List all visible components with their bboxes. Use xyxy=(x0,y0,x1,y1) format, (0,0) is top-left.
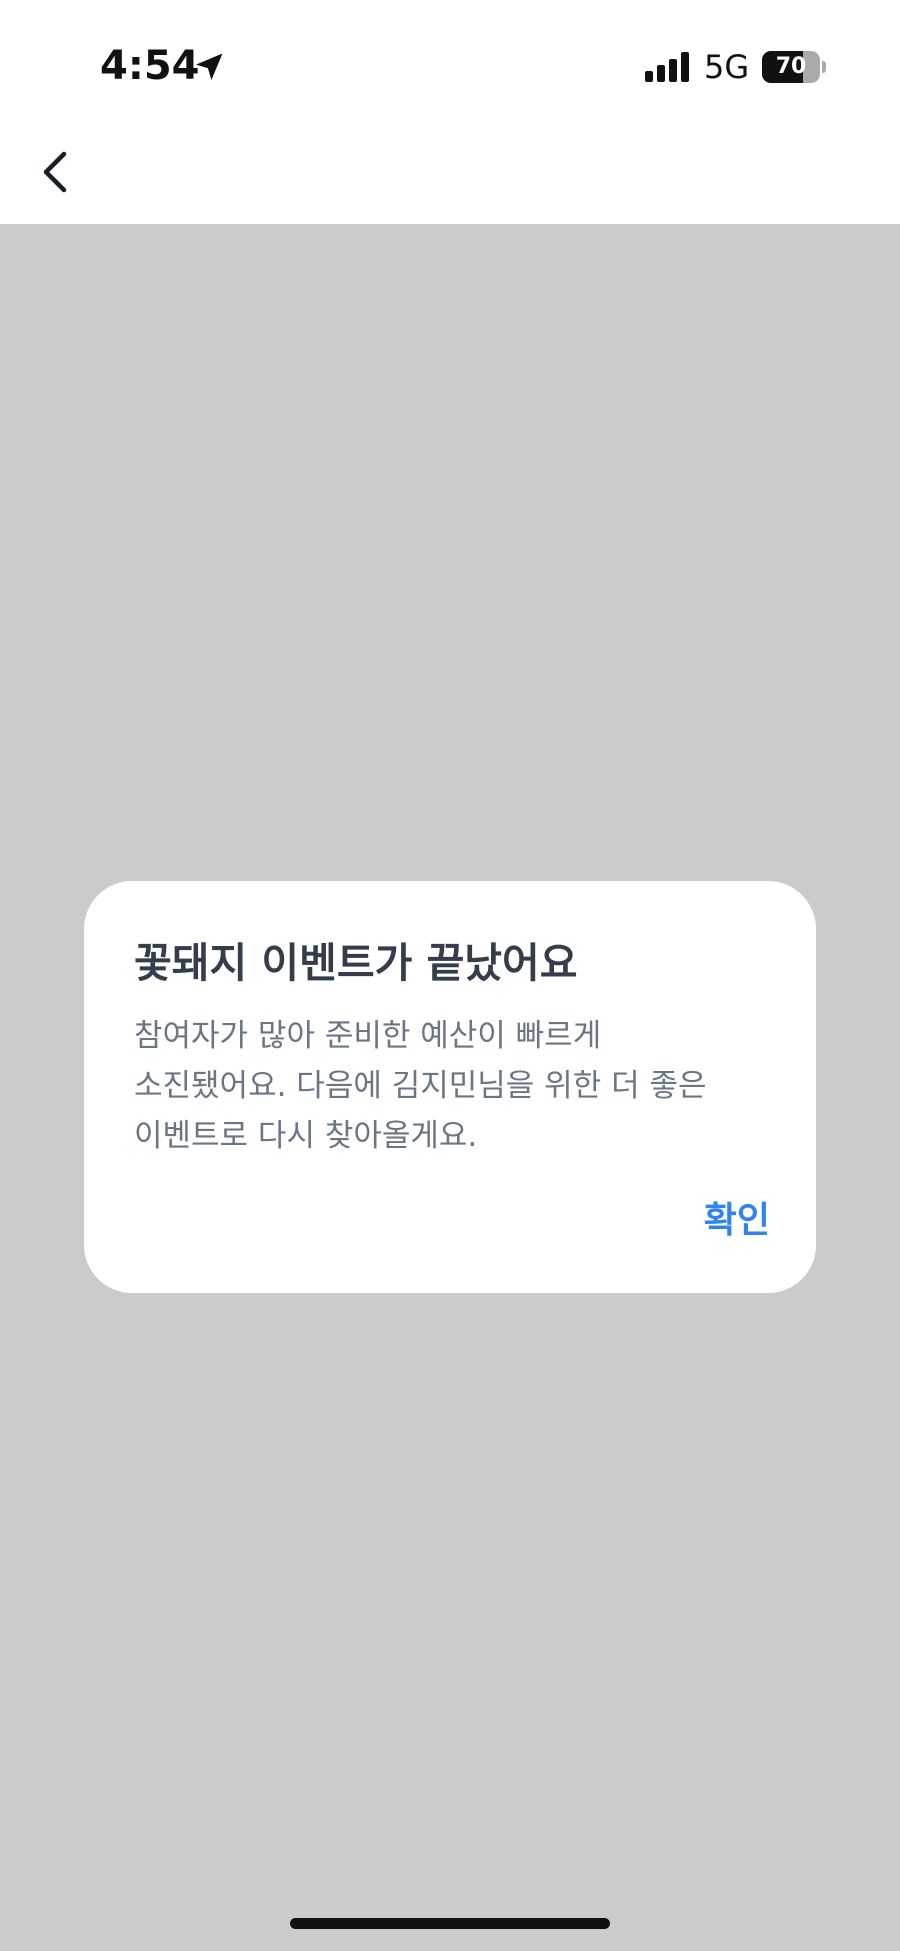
home-indicator[interactable] xyxy=(290,1918,610,1929)
dialog-message-line: 참여자가 많아 준비한 예산이 빠르게 xyxy=(134,1018,602,1054)
dialog-message-line: 소진됐어요. 다음에 김지민님을 위한 더 좋은 xyxy=(134,1068,707,1104)
confirm-button[interactable]: 확인 xyxy=(704,1193,770,1249)
battery-tip xyxy=(822,61,826,73)
status-bar: 4:54 5G 70 xyxy=(0,0,900,120)
status-time: 4:54 xyxy=(100,43,200,89)
dialog-message: 참여자가 많아 준비한 예산이 빠르게 소진됐어요. 다음에 김지민님을 위한 … xyxy=(134,1011,770,1161)
navigation-bar xyxy=(0,120,900,224)
network-type: 5G xyxy=(704,48,750,86)
location-arrow-icon xyxy=(195,53,223,81)
dialog-message-line: 이벤트로 다시 찾아올게요. xyxy=(134,1118,478,1154)
back-button[interactable] xyxy=(24,140,88,204)
cellular-signal-icon xyxy=(645,52,689,82)
battery-icon: 70 xyxy=(762,51,820,83)
chevron-left-icon xyxy=(43,151,67,193)
battery-level: 70 xyxy=(775,54,807,79)
event-ended-dialog: 꽃돼지 이벤트가 끝났어요 참여자가 많아 준비한 예산이 빠르게 소진됐어요.… xyxy=(84,881,816,1293)
dialog-title: 꽃돼지 이벤트가 끝났어요 xyxy=(134,939,578,987)
